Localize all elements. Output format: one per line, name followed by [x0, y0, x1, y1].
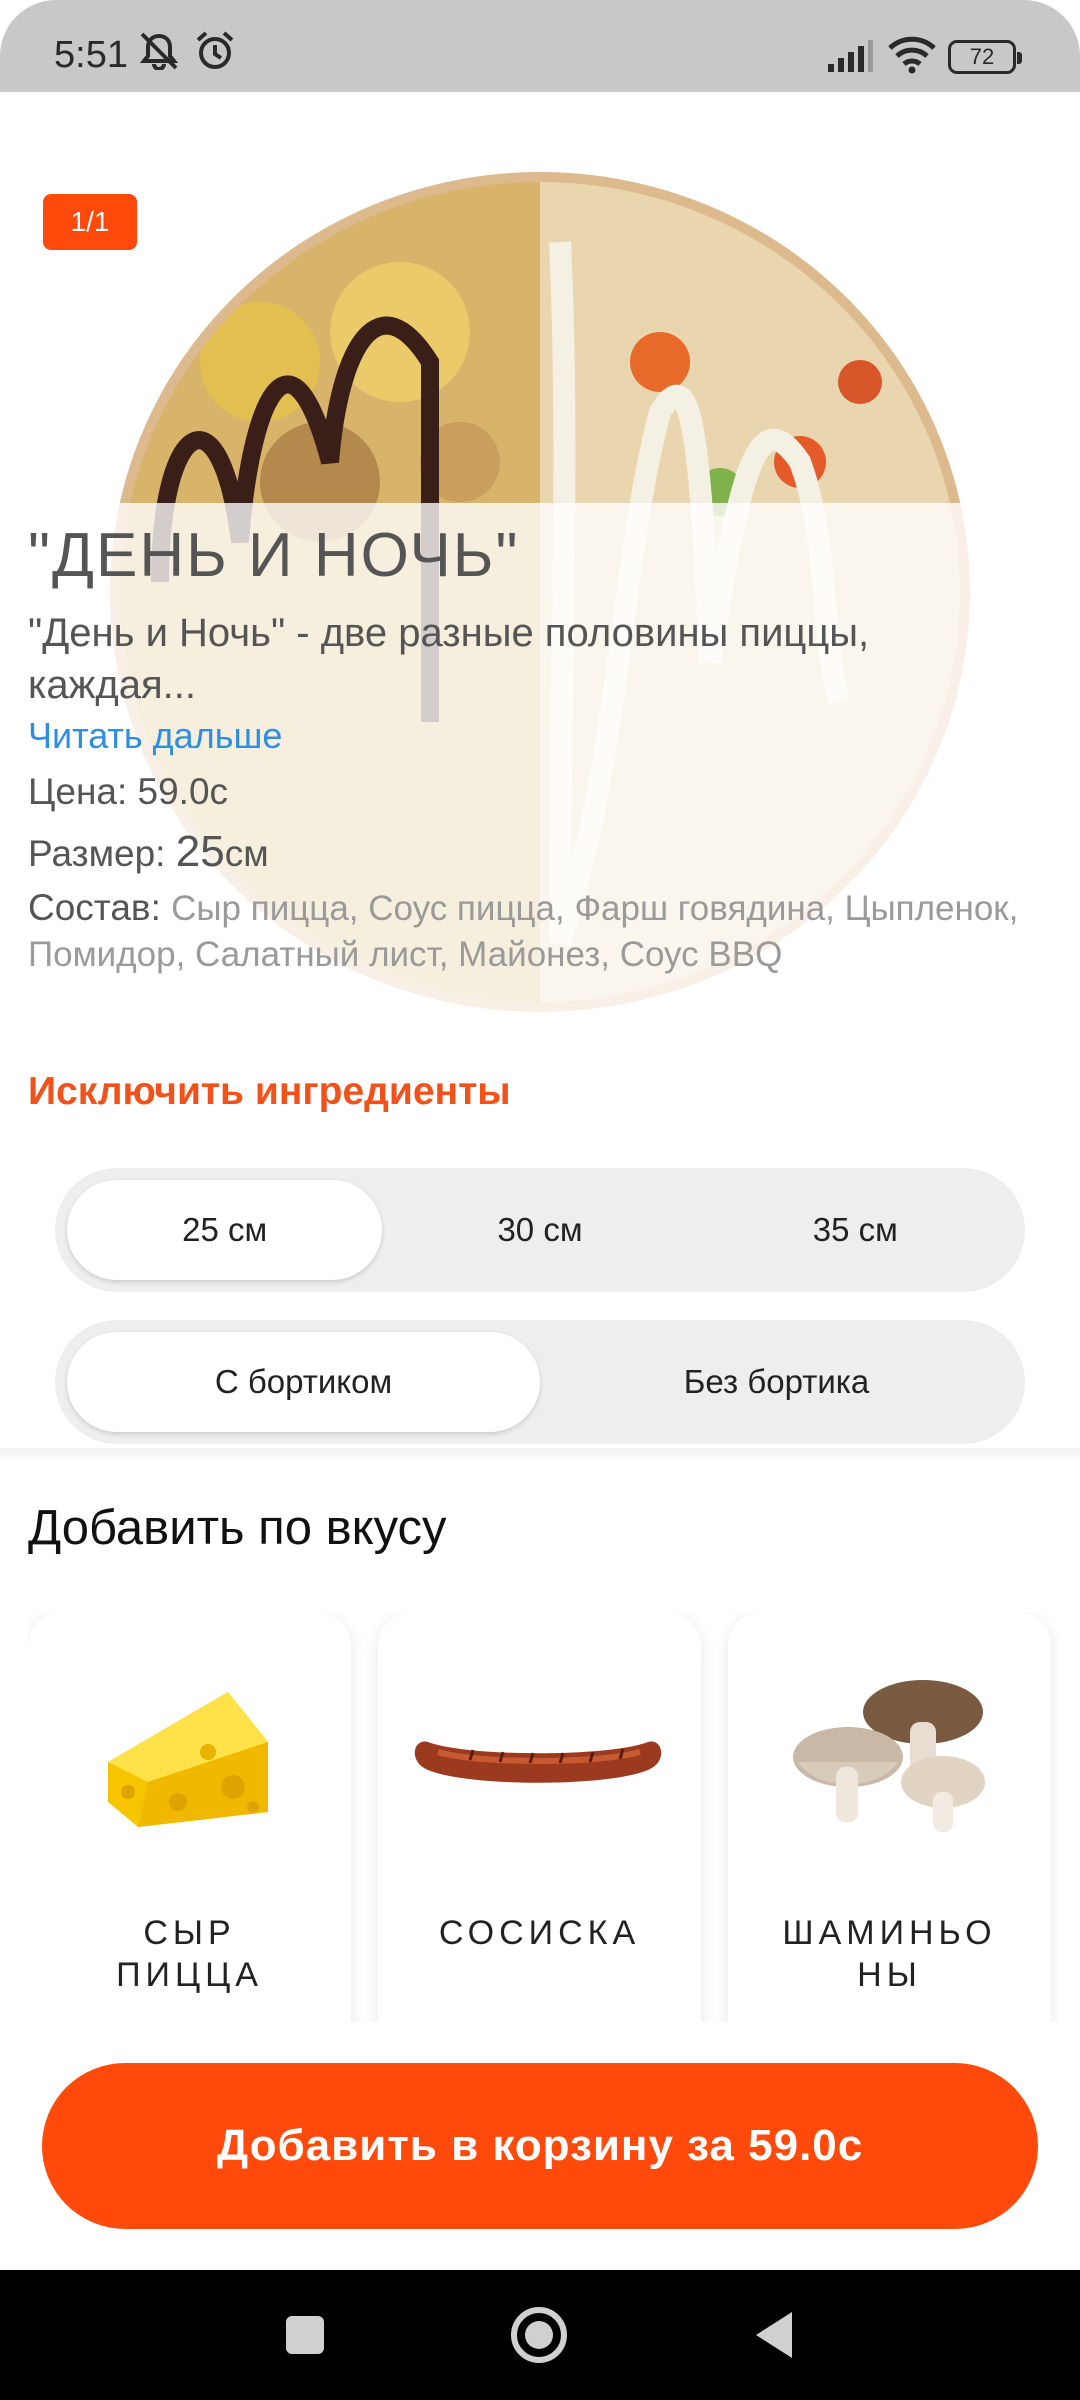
cheese-icon [108, 1692, 268, 1827]
wifi-icon [888, 36, 936, 74]
composition-row: Состав: Сыр пицца, Соус пицца, Фарш говя… [28, 885, 1048, 977]
size-row: Размер: 25см [28, 827, 1048, 877]
home-icon[interactable] [510, 2306, 568, 2364]
battery-icon: 72 [948, 40, 1022, 74]
crust-option-with[interactable]: С бортиком [67, 1332, 540, 1432]
price-label: Цена: [28, 771, 138, 812]
size-option-25[interactable]: 25 см [67, 1180, 383, 1280]
add-to-cart-button[interactable]: Добавить в корзину за 59.0с [42, 2063, 1038, 2229]
status-bar: 5:51 72 [0, 0, 1080, 92]
addon-card-mushrooms[interactable]: ШАМИНЬО НЫ [728, 1612, 1051, 2022]
section-divider [0, 1448, 1080, 1462]
composition-label: Состав: [28, 887, 172, 928]
status-time: 5:51 [54, 34, 128, 76]
product-title: "ДЕНЬ И НОЧЬ" [28, 521, 520, 590]
system-nav-bar [0, 2270, 1080, 2400]
size-value: 25 [175, 827, 225, 876]
size-option-35[interactable]: 35 см [698, 1180, 1013, 1280]
signal-icon [828, 40, 873, 72]
image-counter-badge: 1/1 [43, 194, 137, 250]
mushroom-icon [793, 1680, 985, 1832]
size-label: Размер: [28, 833, 176, 874]
size-selector: 25 см 30 см 35 см [55, 1168, 1025, 1292]
price-unit: с [209, 771, 229, 812]
recents-icon[interactable] [284, 2314, 326, 2356]
addon-card-sausage[interactable]: СОСИСКА [378, 1612, 701, 2022]
addon-name: СЫР ПИЦЦА [116, 1914, 263, 1994]
back-icon[interactable] [752, 2310, 796, 2360]
size-option-30[interactable]: 30 см [382, 1180, 697, 1280]
addons-list: СЫР ПИЦЦА СОСИСКА ШАМИНЬО НЫ [28, 1612, 1058, 2022]
composition-value: Сыр пицца, Соус пицца, Фарш говядина, Цы… [28, 889, 1019, 974]
exclude-ingredients-button[interactable]: Исключить ингредиенты [28, 1070, 511, 1114]
price-value: 59.0 [137, 771, 210, 812]
addons-title: Добавить по вкусу [28, 1501, 447, 1555]
addon-name: ШАМИНЬО НЫ [782, 1914, 997, 1994]
mute-bell-icon [139, 32, 179, 70]
crust-option-without[interactable]: Без бортика [540, 1332, 1013, 1432]
size-unit: см [224, 833, 269, 874]
product-description: "День и Ночь" - две разные половины пицц… [28, 611, 870, 707]
product-info: "ДЕНЬ И НОЧЬ" "День и Ночь" - две разные… [28, 520, 1048, 977]
price-row: Цена: 59.0с [28, 771, 1048, 813]
sausage-icon [414, 1741, 662, 1783]
addon-card-cheese[interactable]: СЫР ПИЦЦА [28, 1612, 351, 2022]
alarm-icon [196, 31, 234, 69]
addon-name: СОСИСКА [438, 1914, 641, 1952]
read-more-link[interactable]: Читать дальше [28, 715, 1048, 757]
crust-selector: С бортиком Без бортика [55, 1320, 1025, 1444]
